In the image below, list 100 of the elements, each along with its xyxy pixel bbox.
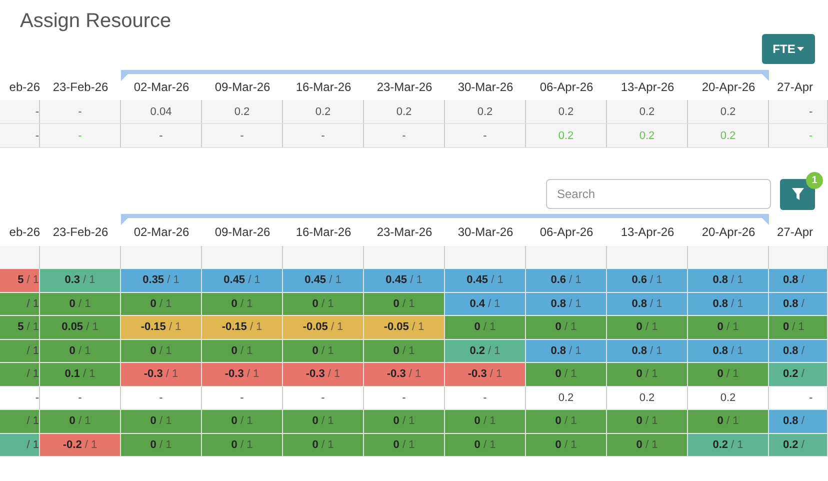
allocation-cell: 0 / 1 [607,434,688,457]
allocation-cell: 0.8 / [769,292,828,316]
page-title: Assign Resource [19,9,172,34]
table-cell: - [40,124,121,148]
allocation-cell: 0 / 1 [607,363,688,386]
table-cell: 0.2 [526,100,607,124]
table-cell: - [0,100,40,124]
allocation-cell: 0 / 1 [445,410,526,434]
allocation-cell: 0.8 / 1 [688,340,769,363]
allocation-cell: 0.2 / 1 [445,340,526,363]
allocation-cell: / 1 [0,292,40,316]
table-cell: 0.2 [526,124,607,148]
column-header: eb-26 [8,79,40,96]
allocation-cell: 0 / 1 [202,410,283,434]
allocation-cell: 0.8 / [769,340,828,363]
allocation-cell: - [0,386,40,410]
table-cell: 0.2 [202,100,283,124]
allocation-cell: 0 / 1 [526,363,607,386]
allocation-cell: - [769,386,828,410]
column-header: 23-Feb-26 [52,224,110,241]
allocation-cell: - [445,386,526,410]
table-cell: - [364,124,445,148]
allocation-cell: - [121,386,202,410]
allocation-cell: 0 / 1 [364,434,445,457]
allocation-cell: 0 / 1 [445,316,526,340]
allocation-cell: 0.8 / 1 [526,292,607,316]
allocation-cell: 0.45 / 1 [283,269,364,292]
allocation-cell: 0.45 / 1 [445,269,526,292]
allocation-cell: 0.2 / 1 [688,434,769,457]
allocation-cell: 0 / 1 [607,316,688,340]
table-cell: - [202,124,283,148]
allocation-cell: -0.3 / 1 [445,363,526,386]
allocation-cell: 0 / 1 [526,316,607,340]
allocation-cell: 0 / 1 [40,340,121,363]
table-cell: 0.2 [688,100,769,124]
caret-icon [797,47,804,51]
table-cell: - [769,124,828,148]
allocation-cell: 0.4 / 1 [445,292,526,316]
table-cell: 0.04 [121,100,202,124]
search-field[interactable]: Search [546,179,771,209]
allocation-cell: -0.3 / 1 [283,363,364,386]
allocation-cell: 5 / 1 [0,316,40,340]
allocation-cell: 0 / 1 [364,292,445,316]
allocation-cell: 0.2 [688,386,769,410]
allocation-cell: 0.2 / [769,363,828,386]
allocation-cell: 0.1 / 1 [40,363,121,386]
allocation-cell: / 1 [0,410,40,434]
allocation-cell: 0 / 1 [121,410,202,434]
allocation-cell: 0 / 1 [40,410,121,434]
table-cell: - [0,124,40,148]
allocation-cell: / 1 [0,434,40,457]
fte-button[interactable]: FTE [762,34,815,64]
allocation-cell: - [283,386,364,410]
allocation-cell: 0.2 [526,386,607,410]
column-header: eb-26 [8,224,40,241]
allocation-cell: 0.8 / 1 [688,269,769,292]
table-cell: 0.2 [364,100,445,124]
column-header: 27-Apr [776,224,814,241]
allocation-cell: -0.3 / 1 [202,363,283,386]
allocation-cell: 0 / 1 [445,434,526,457]
allocation-cell: 0 / 1 [40,292,121,316]
allocation-cell: 0 / 1 [283,434,364,457]
allocation-cell: 0 / 1 [202,434,283,457]
table-cell: 0.2 [607,124,688,148]
allocation-cell: 0.3 / 1 [40,269,121,292]
allocation-cell: 0 / 1 [364,410,445,434]
allocation-cell: 0.8 / 1 [526,340,607,363]
table-cell: - [445,124,526,148]
allocation-cell: 0 / 1 [121,292,202,316]
allocation-cell: 0.8 / [769,269,828,292]
allocation-cell: 0 / 1 [121,434,202,457]
table-cell: 0.2 [445,100,526,124]
table-cell: 0.2 [607,100,688,124]
filter-icon [792,188,804,200]
allocation-cell: 0.2 / [769,434,828,457]
allocation-cell: 0 / 1 [688,316,769,340]
allocation-cell: 0 / 1 [769,316,828,340]
allocation-cell: -0.15 / 1 [202,316,283,340]
allocation-cell: 0.8 / [769,410,828,434]
allocation-cell: 0.8 / 1 [688,292,769,316]
allocation-cell: 0 / 1 [202,292,283,316]
allocation-cell: - [364,386,445,410]
table-cell: - [40,100,121,124]
table-cell: - [121,124,202,148]
allocation-cell: 0 / 1 [202,340,283,363]
allocation-cell: 0.2 [607,386,688,410]
allocation-cell: 0 / 1 [283,292,364,316]
allocation-cell: / 1 [0,340,40,363]
allocation-cell: 0.6 / 1 [607,269,688,292]
table-cell: 0.2 [283,100,364,124]
table-cell: - [769,100,828,124]
allocation-cell: 5 / 1 [0,269,40,292]
allocation-cell: 0.45 / 1 [364,269,445,292]
column-header: 23-Feb-26 [52,79,110,96]
allocation-cell: 0 / 1 [688,410,769,434]
allocation-cell: 0 / 1 [607,410,688,434]
allocation-cell: 0 / 1 [121,340,202,363]
allocation-cell: 0 / 1 [283,410,364,434]
allocation-cell: 0.05 / 1 [40,316,121,340]
allocation-cell: 0.8 / 1 [607,340,688,363]
